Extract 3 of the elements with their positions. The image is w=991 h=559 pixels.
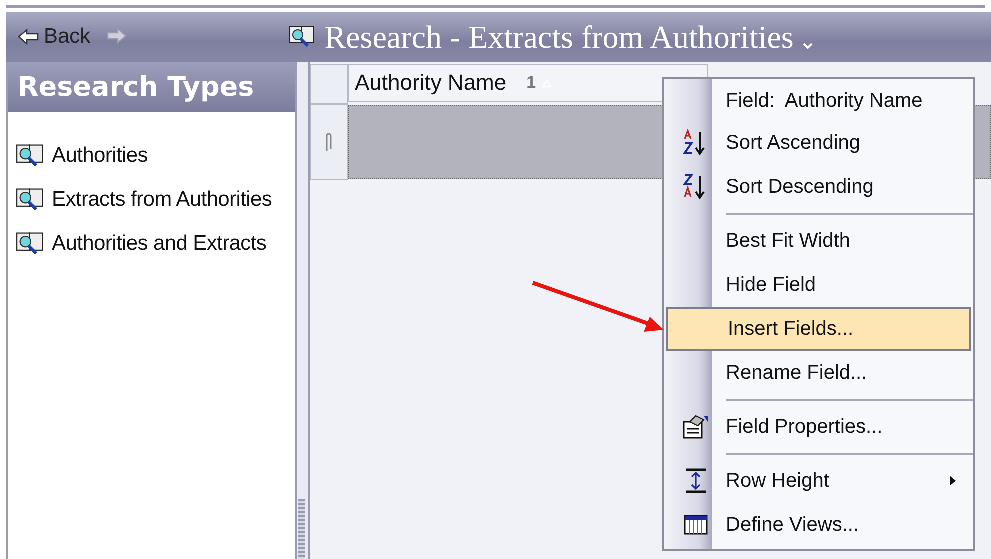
sidebar-title: Research Types [8, 62, 295, 112]
window-title: Research - Extracts from Authorities [324, 18, 794, 56]
menu-header: Field: Authority Name [725, 88, 924, 114]
